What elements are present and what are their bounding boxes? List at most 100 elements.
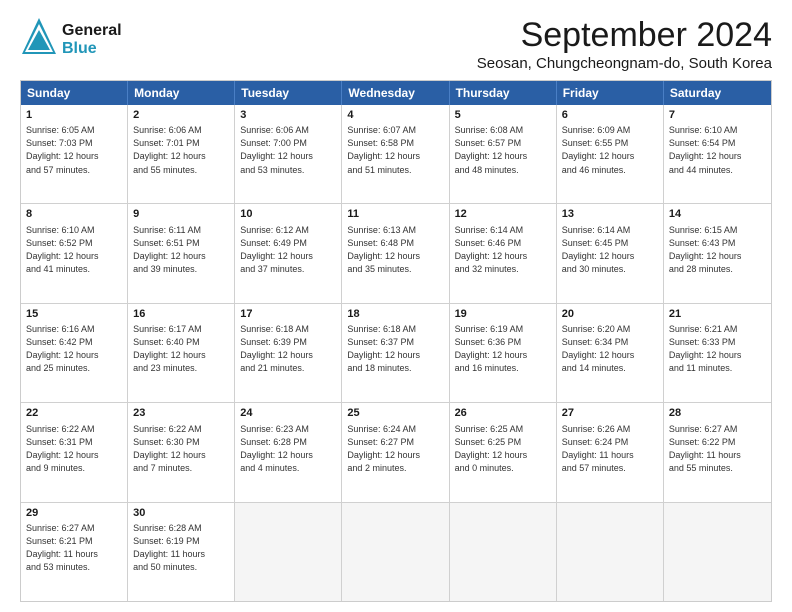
cell-w4-2: 24 Sunrise: 6:23 AM Sunset: 6:28 PM Dayli… (235, 403, 342, 501)
cell-w2-1: 9Sunrise: 6:11 AM Sunset: 6:51 PM Daylig… (128, 204, 235, 302)
day-number: 19 (455, 307, 551, 322)
cell-w3-5: 20Sunrise: 6:20 AM Sunset: 6:34 PM Dayli… (557, 304, 664, 402)
day-number: 4 (347, 108, 443, 123)
day-number: 6 (562, 108, 658, 123)
day-number: 28 (669, 406, 766, 421)
cell-w1-3: 4Sunrise: 6:07 AM Sunset: 6:58 PM Daylig… (342, 105, 449, 203)
cell-info: Sunrise: 6:24 AM Sunset: 6:27 PM Dayligh… (347, 423, 443, 475)
day-number: 25 (347, 406, 443, 421)
week-row-2: 8 Sunrise: 6:10 AM Sunset: 6:52 PM Daylig… (21, 204, 771, 303)
cell-w5-6 (664, 503, 771, 601)
day-number: 7 (669, 108, 766, 123)
calendar-body: 1Sunrise: 6:05 AM Sunset: 7:03 PM Daylig… (21, 105, 771, 601)
cell-w1-6: 7Sunrise: 6:10 AM Sunset: 6:54 PM Daylig… (664, 105, 771, 203)
cell-info: Sunrise: 6:27 AM Sunset: 6:21 PM Dayligh… (26, 522, 122, 574)
cell-info: Sunrise: 6:18 AM Sunset: 6:37 PM Dayligh… (347, 323, 443, 375)
cell-w5-1: 30Sunrise: 6:28 AM Sunset: 6:19 PM Dayli… (128, 503, 235, 601)
cell-w1-0: 1Sunrise: 6:05 AM Sunset: 7:03 PM Daylig… (21, 105, 128, 203)
cell-info: Sunrise: 6:05 AM Sunset: 7:03 PM Dayligh… (26, 124, 122, 176)
cell-info: Sunrise: 6:18 AM Sunset: 6:39 PM Dayligh… (240, 323, 336, 375)
header: General Blue September 2024 Seosan, Chun… (20, 16, 772, 72)
day-number: 5 (455, 108, 551, 123)
cell-w2-4: 12 Sunrise: 6:14 AM Sunset: 6:46 PM Dayli… (450, 204, 557, 302)
main-title: September 2024 (477, 16, 772, 55)
day-number: 2 (133, 108, 229, 123)
cell-w3-2: 17Sunrise: 6:18 AM Sunset: 6:39 PM Dayli… (235, 304, 342, 402)
day-number: 12 (455, 207, 551, 222)
cell-w2-6: 14 Sunrise: 6:15 AM Sunset: 6:43 PM Dayli… (664, 204, 771, 302)
cell-w4-0: 22Sunrise: 6:22 AM Sunset: 6:31 PM Dayli… (21, 403, 128, 501)
cell-w3-3: 18Sunrise: 6:18 AM Sunset: 6:37 PM Dayli… (342, 304, 449, 402)
day-number: 16 (133, 307, 229, 322)
cell-info: Sunrise: 6:21 AM Sunset: 6:33 PM Dayligh… (669, 323, 766, 375)
header-wednesday: Wednesday (342, 81, 449, 105)
week-row-1: 1Sunrise: 6:05 AM Sunset: 7:03 PM Daylig… (21, 105, 771, 204)
cell-info: Sunrise: 6:22 AM Sunset: 6:30 PM Dayligh… (133, 423, 229, 475)
week-row-4: 22Sunrise: 6:22 AM Sunset: 6:31 PM Dayli… (21, 403, 771, 502)
cell-w4-1: 23 Sunrise: 6:22 AM Sunset: 6:30 PM Dayli… (128, 403, 235, 501)
week-row-3: 15Sunrise: 6:16 AM Sunset: 6:42 PM Dayli… (21, 304, 771, 403)
cell-w5-0: 29Sunrise: 6:27 AM Sunset: 6:21 PM Dayli… (21, 503, 128, 601)
cell-w1-5: 6Sunrise: 6:09 AM Sunset: 6:55 PM Daylig… (557, 105, 664, 203)
header-thursday: Thursday (450, 81, 557, 105)
cell-w5-3 (342, 503, 449, 601)
cell-info: Sunrise: 6:16 AM Sunset: 6:42 PM Dayligh… (26, 323, 122, 375)
logo-icon (20, 16, 58, 63)
cell-w1-2: 3Sunrise: 6:06 AM Sunset: 7:00 PM Daylig… (235, 105, 342, 203)
cell-info: Sunrise: 6:26 AM Sunset: 6:24 PM Dayligh… (562, 423, 658, 475)
cell-w3-4: 19Sunrise: 6:19 AM Sunset: 6:36 PM Dayli… (450, 304, 557, 402)
logo-name: General Blue (62, 22, 122, 58)
cell-info: Sunrise: 6:07 AM Sunset: 6:58 PM Dayligh… (347, 124, 443, 176)
day-number: 26 (455, 406, 551, 421)
cell-w5-2 (235, 503, 342, 601)
logo: General Blue (20, 16, 122, 63)
cell-w2-3: 11Sunrise: 6:13 AM Sunset: 6:48 PM Dayli… (342, 204, 449, 302)
cell-info: Sunrise: 6:06 AM Sunset: 7:01 PM Dayligh… (133, 124, 229, 176)
cell-w2-0: 8 Sunrise: 6:10 AM Sunset: 6:52 PM Daylig… (21, 204, 128, 302)
cell-info: Sunrise: 6:10 AM Sunset: 6:52 PM Dayligh… (26, 224, 122, 276)
cell-w2-5: 13 Sunrise: 6:14 AM Sunset: 6:45 PM Dayli… (557, 204, 664, 302)
day-number: 8 (26, 207, 122, 222)
cell-info: Sunrise: 6:14 AM Sunset: 6:45 PM Dayligh… (562, 224, 658, 276)
cell-info: Sunrise: 6:23 AM Sunset: 6:28 PM Dayligh… (240, 423, 336, 475)
cell-info: Sunrise: 6:10 AM Sunset: 6:54 PM Dayligh… (669, 124, 766, 176)
cell-w4-3: 25 Sunrise: 6:24 AM Sunset: 6:27 PM Dayli… (342, 403, 449, 501)
day-number: 22 (26, 406, 122, 421)
header-tuesday: Tuesday (235, 81, 342, 105)
day-number: 29 (26, 506, 122, 521)
week-row-5: 29Sunrise: 6:27 AM Sunset: 6:21 PM Dayli… (21, 503, 771, 601)
day-number: 14 (669, 207, 766, 222)
header-sunday: Sunday (21, 81, 128, 105)
cell-info: Sunrise: 6:08 AM Sunset: 6:57 PM Dayligh… (455, 124, 551, 176)
day-number: 10 (240, 207, 336, 222)
day-number: 27 (562, 406, 658, 421)
calendar-header: Sunday Monday Tuesday Wednesday Thursday… (21, 81, 771, 105)
cell-info: Sunrise: 6:28 AM Sunset: 6:19 PM Dayligh… (133, 522, 229, 574)
cell-w3-1: 16Sunrise: 6:17 AM Sunset: 6:40 PM Dayli… (128, 304, 235, 402)
cell-info: Sunrise: 6:14 AM Sunset: 6:46 PM Dayligh… (455, 224, 551, 276)
cell-w4-5: 27 Sunrise: 6:26 AM Sunset: 6:24 PM Dayli… (557, 403, 664, 501)
day-number: 20 (562, 307, 658, 322)
cell-info: Sunrise: 6:06 AM Sunset: 7:00 PM Dayligh… (240, 124, 336, 176)
header-saturday: Saturday (664, 81, 771, 105)
day-number: 13 (562, 207, 658, 222)
day-number: 23 (133, 406, 229, 421)
cell-w4-6: 28Sunrise: 6:27 AM Sunset: 6:22 PM Dayli… (664, 403, 771, 501)
cell-info: Sunrise: 6:19 AM Sunset: 6:36 PM Dayligh… (455, 323, 551, 375)
cell-info: Sunrise: 6:15 AM Sunset: 6:43 PM Dayligh… (669, 224, 766, 276)
cell-w3-0: 15Sunrise: 6:16 AM Sunset: 6:42 PM Dayli… (21, 304, 128, 402)
day-number: 21 (669, 307, 766, 322)
cell-info: Sunrise: 6:09 AM Sunset: 6:55 PM Dayligh… (562, 124, 658, 176)
cell-w2-2: 10Sunrise: 6:12 AM Sunset: 6:49 PM Dayli… (235, 204, 342, 302)
subtitle: Seosan, Chungcheongnam-do, South Korea (477, 55, 772, 72)
day-number: 17 (240, 307, 336, 322)
day-number: 3 (240, 108, 336, 123)
logo-blue-text: Blue (62, 40, 122, 58)
logo-general-text: General (62, 22, 122, 40)
day-number: 24 (240, 406, 336, 421)
day-number: 30 (133, 506, 229, 521)
page: General Blue September 2024 Seosan, Chun… (0, 0, 792, 612)
day-number: 15 (26, 307, 122, 322)
day-number: 11 (347, 207, 443, 222)
cell-info: Sunrise: 6:17 AM Sunset: 6:40 PM Dayligh… (133, 323, 229, 375)
